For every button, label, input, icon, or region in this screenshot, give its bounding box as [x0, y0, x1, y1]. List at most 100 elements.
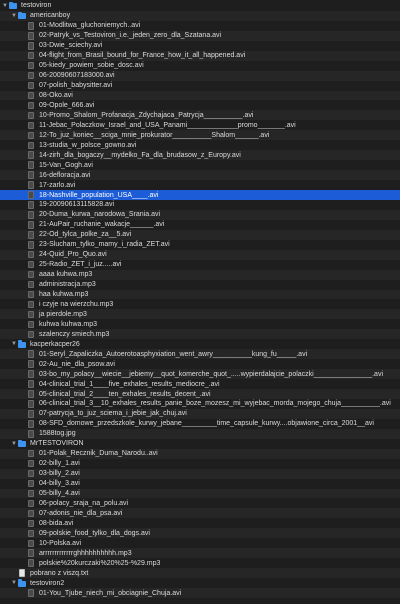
folder-row[interactable]: ▼ MrTESTOVIRON — [0, 439, 400, 449]
disclosure-triangle-icon[interactable]: ▼ — [11, 580, 17, 586]
item-name: 01-You_Tjube_niech_mi_obciagnie_Chuja.av… — [39, 589, 182, 597]
file-row[interactable]: 04-billy_3.avi — [0, 479, 400, 489]
item-name: 09-polskie_food_tylko_dla_dogs.avi — [39, 529, 150, 537]
item-name: 03-billy_2.avi — [39, 470, 80, 478]
file-row[interactable]: 17-zarlo.avi — [0, 180, 400, 190]
video-file-icon — [28, 211, 34, 219]
file-row[interactable]: 05-clinical_trial_2____ten_exhales_resul… — [0, 389, 400, 399]
disclosure-triangle-icon[interactable]: ▼ — [11, 441, 17, 447]
audio-file-icon — [28, 549, 34, 557]
folder-row[interactable]: ▼ kacperkacper26 — [0, 339, 400, 349]
file-row[interactable]: 21-AuPair_ruchanie_wakacje______.avi — [0, 220, 400, 230]
file-row[interactable]: 09-polskie_food_tylko_dla_dogs.avi — [0, 528, 400, 539]
file-row[interactable]: 15-Van_Gogh.avi — [0, 160, 400, 170]
file-row[interactable]: 10-Polska.avi — [0, 538, 400, 548]
video-file-icon — [28, 459, 34, 468]
video-file-icon — [28, 260, 34, 269]
video-file-icon — [28, 22, 34, 30]
video-file-icon — [28, 350, 34, 358]
item-name: 08-Oko.avi — [39, 92, 73, 100]
item-name: testoviron2 — [30, 579, 65, 587]
file-row[interactable]: 01-You_Tjube_niech_mi_obciagnie_Chuja.av… — [0, 588, 400, 598]
audio-file-icon — [28, 310, 34, 319]
file-row[interactable]: 03-bo_my_polacy__wiecie__jebiemy__quot_k… — [0, 369, 400, 380]
video-file-icon — [28, 42, 34, 50]
item-name: 09-Opole_666.avi — [39, 101, 95, 109]
file-row[interactable]: 02-Patryk_vs_Testoviron_i.e._jeden_zero_… — [0, 30, 400, 41]
file-row[interactable]: 08-Oko.avi — [0, 90, 400, 101]
file-row[interactable]: 1588tog.jpg — [0, 428, 400, 439]
file-row[interactable]: 11-Jebac_Polaczkow_Israel_and_USA_Panami… — [0, 120, 400, 130]
file-row[interactable]: i czyje na wierzchu.mp3 — [0, 300, 400, 310]
audio-file-icon — [28, 320, 34, 329]
video-file-icon — [28, 469, 34, 478]
file-row[interactable]: 03-billy_2.avi — [0, 468, 400, 479]
file-row[interactable]: 01-Modlitwa_gluchoniemych..avi — [0, 21, 400, 31]
video-file-icon — [28, 360, 34, 368]
file-row[interactable]: 01-Polak_Recznik_Duma_Narodu..avi — [0, 448, 400, 459]
file-row[interactable]: 02-Au_nie_dla_psow.avi — [0, 359, 400, 369]
folder-row[interactable]: ▼ testoviron2 — [0, 578, 400, 588]
file-row[interactable]: 06-clinical_trial_3__10_exhales_results_… — [0, 399, 400, 409]
audio-file-icon — [28, 559, 34, 567]
file-row[interactable]: 14-zirh_dla_bogaczy__mydelko_Fa_dla_brud… — [0, 150, 400, 161]
file-row[interactable]: aaaa kuhwa.mp3 — [0, 269, 400, 280]
file-row[interactable]: 19-20090613115828.avi — [0, 200, 400, 210]
file-row[interactable]: 01-Seryl_Zapaliczka_Autoerotoasphyxiatio… — [0, 349, 400, 360]
item-name: 21-AuPair_ruchanie_wakacje______.avi — [39, 221, 165, 229]
file-row[interactable]: 25-Radio_ZET_i_juz.....avi — [0, 260, 400, 270]
item-name: 11-Jebac_Polaczkow_Israel_and_USA_Panami… — [39, 121, 296, 129]
file-row[interactable]: 07-adonis_nie_dla_psa.avi — [0, 508, 400, 519]
file-row[interactable]: szalenczy smiech.mp3 — [0, 329, 400, 340]
file-row[interactable]: 06-polacy_sraja_na_polu.avi — [0, 499, 400, 509]
folder-icon — [9, 1, 17, 10]
file-row[interactable]: 09-Opole_666.avi — [0, 101, 400, 111]
file-row[interactable]: 07-polish_babysitter.avi — [0, 81, 400, 91]
file-row[interactable]: 05-kiedy_powiem_sobie_dosc.avi — [0, 61, 400, 71]
file-row[interactable]: 06-20090607183000.avi — [0, 70, 400, 81]
item-name: 23-Slucham_tylko_mamy_i_radia_ZET.avi — [39, 241, 170, 249]
item-name: americanboy — [30, 12, 71, 20]
video-file-icon — [28, 489, 34, 498]
video-file-icon — [28, 191, 34, 199]
file-row[interactable]: administracja.mp3 — [0, 280, 400, 290]
file-row[interactable]: 18-Nashville_population_USA____.avi — [0, 190, 400, 200]
item-name: 14-zirh_dla_bogaczy__mydelko_Fa_dla_brud… — [39, 151, 241, 159]
disclosure-triangle-icon[interactable]: ▼ — [2, 3, 8, 9]
file-row[interactable]: arrrrrrrrrrrrrghhhhhhhhhh.mp3 — [0, 548, 400, 559]
file-row[interactable]: 04-clinical_trial_1____five_exhales_resu… — [0, 379, 400, 389]
item-name: 05-kiedy_powiem_sobie_dosc.avi — [39, 62, 144, 70]
file-row[interactable]: ja pierdole.mp3 — [0, 309, 400, 320]
disclosure-triangle-icon[interactable]: ▼ — [11, 13, 17, 19]
file-row[interactable]: haa kuhwa.mp3 — [0, 289, 400, 300]
file-row[interactable]: 08-SFD_domowe_przedszkole_kurwy_jebane__… — [0, 419, 400, 429]
file-row[interactable]: 03-Dwie_sciechy.avi — [0, 41, 400, 51]
file-row[interactable]: 13-studia_w_polsce_gowno.avi — [0, 140, 400, 150]
file-row[interactable]: kuhwa kuhwa.mp3 — [0, 319, 400, 329]
folder-row[interactable]: ▼ americanboy — [0, 10, 400, 21]
video-file-icon — [28, 181, 34, 189]
file-row[interactable]: 07-patrycja_to_juz_sciema_i_jebie_jak_ch… — [0, 408, 400, 419]
item-name: kacperkacper26 — [30, 340, 80, 348]
file-row[interactable]: 12-To_juz_koniec__sciga_mnie_prokurator_… — [0, 130, 400, 141]
file-row[interactable]: polskie%20kurczaki%20%25-%29.mp3 — [0, 558, 400, 568]
file-row[interactable]: 22-Od_tylca_polke_za__5.avi — [0, 229, 400, 240]
file-row[interactable]: 20-Duma_kurwa_narodowa_Srania.avi — [0, 209, 400, 220]
file-row[interactable]: 04-flight_from_Brasil_bound_for_France_h… — [0, 50, 400, 61]
file-row[interactable]: 08-bida.avi — [0, 518, 400, 528]
item-name: administracja.mp3 — [39, 281, 96, 289]
item-name: aaaa kuhwa.mp3 — [39, 271, 93, 279]
item-name: 06-20090607183000.avi — [39, 72, 115, 80]
video-file-icon — [28, 32, 34, 40]
audio-file-icon — [28, 270, 34, 279]
file-row[interactable]: 24-Quid_Pro_Quo.avi — [0, 249, 400, 260]
file-row[interactable]: 10-Promo_Shalom_Profanacja_Zdychajaca_Pa… — [0, 110, 400, 121]
file-row[interactable]: pobrano z viszq.txt — [0, 568, 400, 579]
item-name: 1588tog.jpg — [39, 430, 76, 438]
file-row[interactable]: 23-Slucham_tylko_mamy_i_radia_ZET.avi — [0, 240, 400, 250]
folder-row[interactable]: ▼ testoviron — [0, 1, 400, 11]
file-row[interactable]: 02-billy_1.avi — [0, 459, 400, 469]
disclosure-triangle-icon[interactable]: ▼ — [11, 341, 17, 347]
file-row[interactable]: 16-defloracja.avi — [0, 170, 400, 181]
file-row[interactable]: 05-billy_4.avi — [0, 488, 400, 499]
